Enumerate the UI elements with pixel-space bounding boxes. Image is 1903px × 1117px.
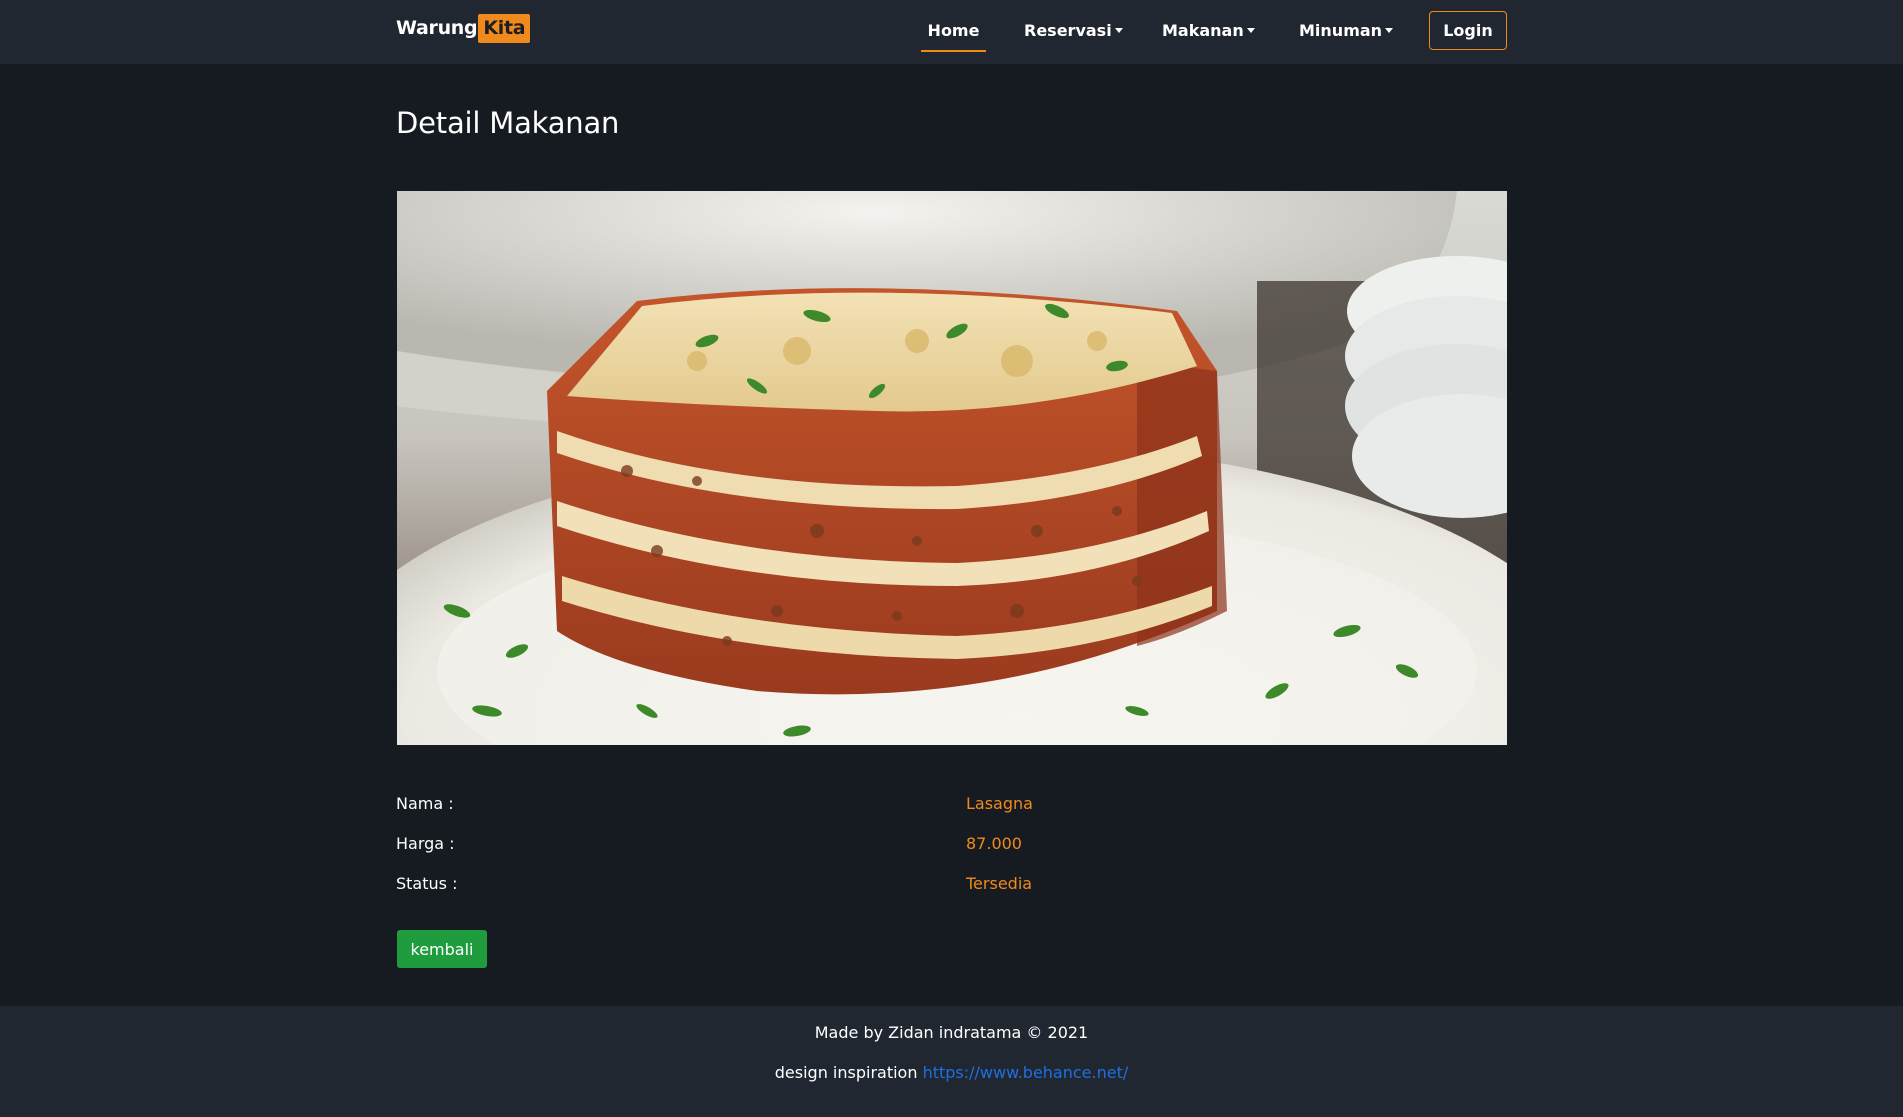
detail-label-harga: Harga :: [396, 834, 455, 853]
top-navbar: Warung Kita Home Reservasi Makanan Minuma…: [0, 0, 1903, 64]
detail-value-harga: 87.000: [966, 834, 1022, 853]
nav-minuman-dropdown[interactable]: Minuman: [1299, 0, 1394, 60]
nav-makanan-dropdown[interactable]: Makanan: [1162, 0, 1255, 60]
nav-minuman-label: Minuman: [1299, 20, 1383, 40]
login-button[interactable]: Login: [1429, 11, 1507, 50]
caret-down-icon: [1114, 28, 1123, 33]
footer-inspiration-text: design inspiration: [774, 1063, 918, 1082]
nav-reservasi-dropdown[interactable]: Reservasi: [1024, 0, 1123, 60]
detail-value-status: Tersedia: [966, 874, 1033, 893]
detail-label-status: Status :: [396, 874, 458, 893]
detail-label-nama: Nama :: [396, 794, 454, 813]
brand-logo-warung: Warung: [396, 17, 478, 39]
footer-inspiration: design inspiration https://www.behance.n…: [0, 1063, 1903, 1082]
footer-behance-link[interactable]: https://www.behance.net/: [923, 1063, 1129, 1082]
detail-row-status: Status : Tersedia: [396, 874, 1507, 896]
detail-row-nama: Nama : Lasagna: [396, 794, 1507, 816]
detail-row-harga: Harga : 87.000: [396, 834, 1507, 856]
food-image-lasagna: [397, 191, 1507, 745]
nav-active-indicator: [921, 50, 986, 52]
caret-down-icon: [1385, 28, 1394, 33]
nav-makanan-label: Makanan: [1162, 20, 1244, 40]
caret-down-icon: [1246, 28, 1255, 33]
footer-credit: Made by Zidan indratama © 2021: [814, 1023, 1089, 1042]
brand-logo[interactable]: Warung Kita: [396, 11, 531, 45]
nav-home-label: Home: [927, 20, 980, 40]
page-title: Detail Makanan: [396, 106, 620, 140]
back-button[interactable]: kembali: [397, 930, 487, 968]
detail-value-nama: Lasagna: [966, 794, 1033, 813]
footer: Made by Zidan indratama © 2021 design in…: [0, 1006, 1903, 1117]
brand-logo-kita: Kita: [478, 13, 531, 43]
nav-reservasi-label: Reservasi: [1024, 20, 1112, 40]
